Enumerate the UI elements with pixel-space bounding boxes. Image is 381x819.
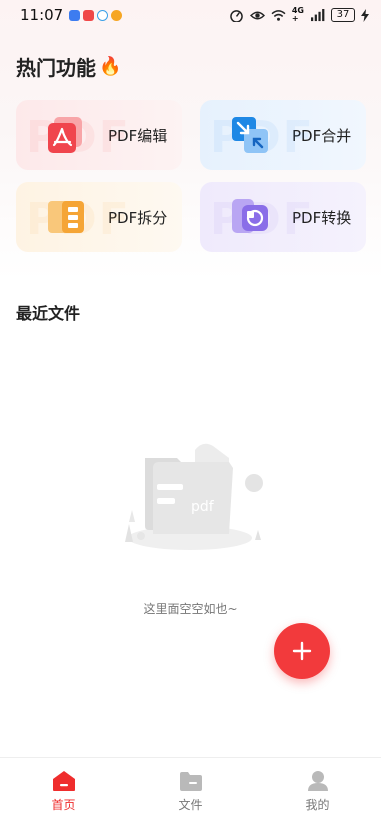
empty-folder-illustration: pdf [125,443,263,550]
status-right: 4G + 37 [229,7,369,23]
nav-label: 文件 [178,798,203,812]
signal-icon [311,8,325,21]
pdf-merge-icon [232,117,268,153]
app-notification-icon [83,9,95,21]
battery-indicator: 37 [331,8,355,22]
eye-icon [249,11,265,19]
status-time: 11:07 [20,6,64,24]
plus-icon [292,641,312,661]
status-bar: 11:07 4G + 37 [0,0,381,30]
app-notification-icon [97,9,109,21]
notification-icons [69,9,123,21]
nav-files[interactable]: 文件 [127,758,254,819]
pdf-edit-icon [48,117,82,153]
card-label: PDF合并 [292,126,352,145]
hot-features-title: 热门功能 🔥 [16,56,122,80]
nav-label: 首页 [51,798,76,812]
pdf-convert-icon [232,199,268,233]
network-type: 4G + [291,6,304,23]
speed-icon [230,9,243,22]
weibo-icon [111,9,123,21]
user-icon [307,771,328,791]
add-file-button[interactable] [274,623,330,679]
nav-home[interactable]: 首页 [0,758,127,819]
pdf-convert-card[interactable]: PDF PDF转换 [200,182,366,252]
folder-icon [179,772,202,791]
empty-state-text: 这里面空空如也~ [143,602,238,616]
bottom-navigation: 首页 文件 我的 [0,757,381,819]
pdf-merge-card[interactable]: PDF PDF合并 [200,100,366,170]
nav-profile[interactable]: 我的 [254,758,381,819]
nav-label: 我的 [305,798,330,812]
home-icon [52,771,75,791]
card-label: PDF转换 [292,208,352,227]
pdf-split-card[interactable]: PDF PDF拆分 [16,182,182,252]
illustration-label: pdf [191,499,215,515]
wifi-icon [271,9,286,21]
charging-icon [361,8,369,22]
app-notification-icon [69,9,81,21]
card-label: PDF拆分 [108,208,168,227]
recent-files-title: 最近文件 [16,304,81,323]
pdf-edit-card[interactable]: PDF PDF编辑 [16,100,182,170]
card-label: PDF编辑 [108,126,168,145]
fire-icon: 🔥 [99,56,122,77]
pdf-split-icon [48,201,84,233]
